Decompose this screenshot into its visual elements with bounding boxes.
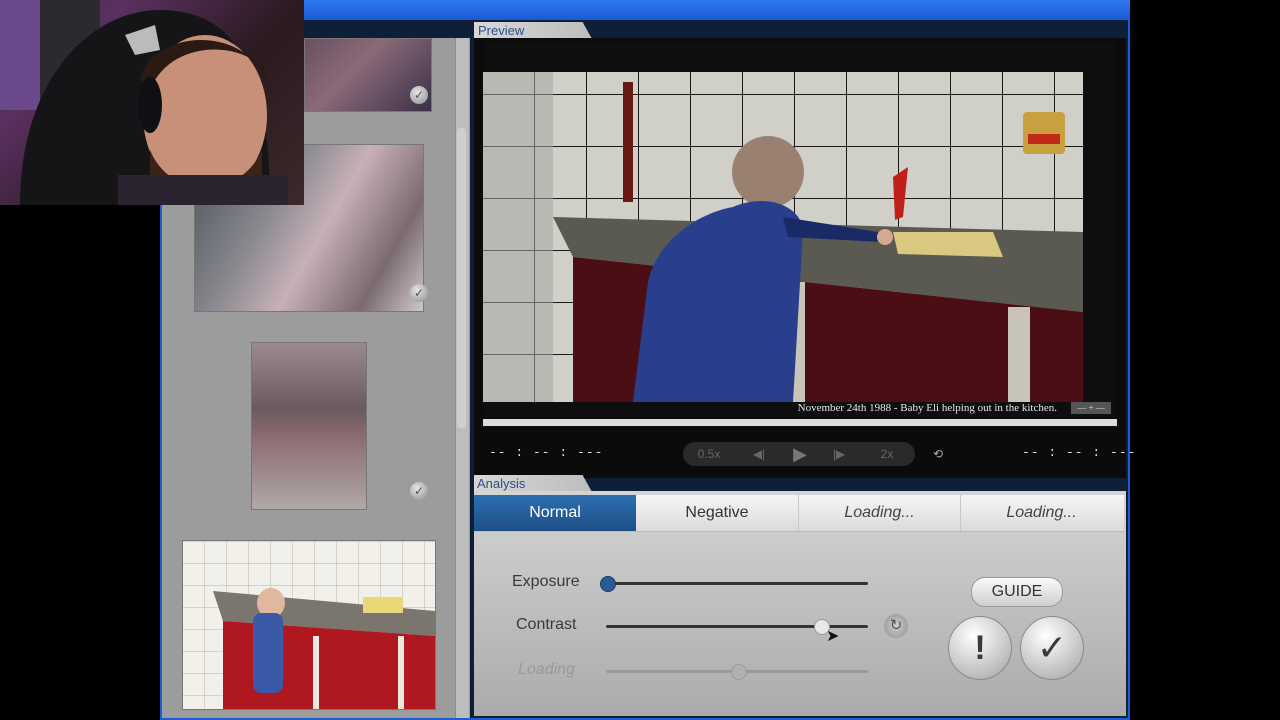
- playback-progress-bar[interactable]: [483, 419, 1117, 426]
- mouse-cursor-icon: ➤: [826, 628, 840, 645]
- mode-tabs: Normal Negative Loading... Loading...: [474, 495, 1124, 532]
- alert-icon[interactable]: !: [948, 616, 1012, 680]
- webcam-image: [0, 0, 288, 205]
- preview-section-label: Preview: [474, 22, 592, 39]
- speed-slow-button[interactable]: 0.5x: [690, 444, 728, 464]
- caption-zoom-control[interactable]: — + —: [1071, 402, 1111, 414]
- current-time: -- : -- : ---: [489, 445, 604, 460]
- reset-icon[interactable]: ↻: [884, 614, 908, 638]
- play-icon[interactable]: ▶: [786, 444, 814, 464]
- loading-label: Loading: [518, 661, 575, 678]
- exposure-slider-track[interactable]: [606, 582, 868, 585]
- kitchen-photo-thumbnail-image: [183, 541, 435, 709]
- selected-check-icon[interactable]: ✓: [410, 284, 428, 302]
- tab-loading-2[interactable]: Loading...: [960, 495, 1122, 531]
- photo-caption: November 24th 1988 - Baby Eli helping ou…: [797, 402, 1057, 414]
- tab-negative[interactable]: Negative: [636, 495, 798, 531]
- step-forward-icon[interactable]: |▶: [828, 444, 850, 464]
- exposure-slider-knob[interactable]: [600, 576, 616, 592]
- contrast-label: Contrast: [516, 616, 577, 633]
- webcam-overlay: [0, 0, 304, 205]
- analysis-section-label: Analysis: [474, 475, 592, 492]
- strip-scrollbar-thumb[interactable]: [457, 128, 466, 428]
- guide-button[interactable]: GUIDE: [971, 577, 1063, 607]
- loop-icon[interactable]: ⟲: [926, 444, 950, 464]
- photo-thumbnail[interactable]: [251, 342, 367, 510]
- loading-slider-knob: [731, 664, 747, 680]
- total-time: -- : -- : ---: [1022, 445, 1137, 460]
- window-titlebar: [160, 0, 1130, 20]
- kitchen-photo: [483, 42, 1117, 418]
- photo-preview[interactable]: [483, 42, 1117, 418]
- exposure-label: Exposure: [512, 573, 580, 590]
- tab-loading-1[interactable]: Loading...: [798, 495, 960, 531]
- selected-check-icon[interactable]: ✓: [410, 86, 428, 104]
- photo-thumbnail-active[interactable]: [182, 540, 436, 710]
- step-back-icon[interactable]: ◀|: [748, 444, 770, 464]
- confirm-check-icon[interactable]: ✓: [1020, 616, 1084, 680]
- tab-normal[interactable]: Normal: [474, 495, 636, 531]
- selected-check-icon[interactable]: ✓: [410, 482, 428, 500]
- speed-fast-button[interactable]: 2x: [874, 444, 900, 464]
- photo-caption-bar: November 24th 1988 - Baby Eli helping ou…: [483, 400, 1117, 416]
